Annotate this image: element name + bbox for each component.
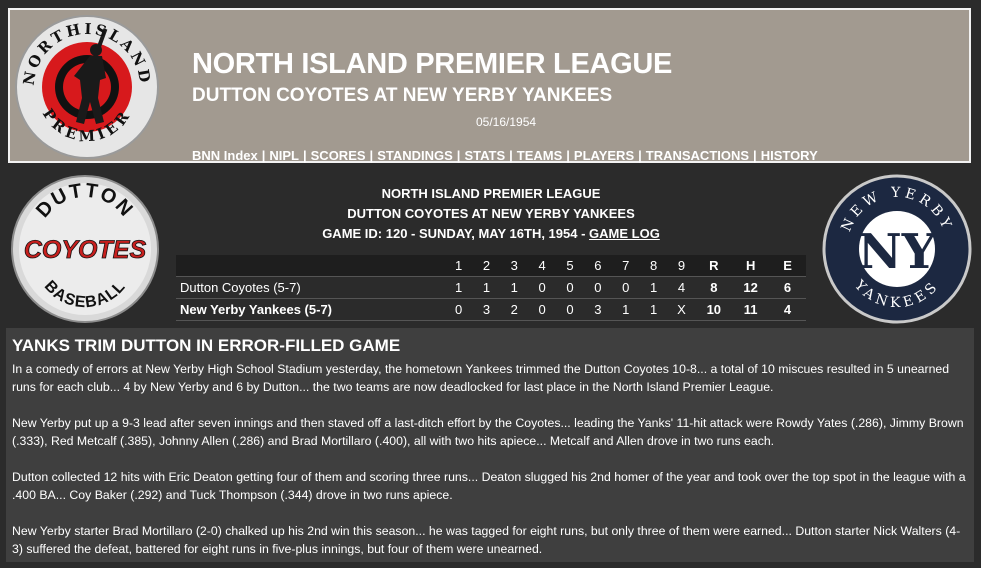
story-headline: YANKS TRIM DUTTON IN ERROR-FILLED GAME [12,336,401,355]
inning-header: 4 [538,258,546,273]
game-date: 05/16/1954 [476,115,537,129]
away-runs: 8 [710,280,718,295]
home-inning-score: 3 [594,302,602,317]
home-team-name[interactable]: New Yerby Yankees (5-7) [176,299,445,321]
nav-link-teams[interactable]: TEAMS [517,148,563,163]
nav-link-standings[interactable]: STANDINGS [377,148,453,163]
inning-header: 8 [649,258,658,273]
away-inning-score: 1 [649,280,658,295]
nav-link-history[interactable]: HISTORY [761,148,818,163]
matchup-title: DUTTON COYOTES AT NEW YERBY YANKEES [192,85,613,106]
linescore-table: 1 2 3 4 5 6 7 8 9 R H E Dutton Coyotes (… [176,255,806,321]
linescore-home-row: New Yerby Yankees (5-7) 0 3 2 0 0 3 1 1 … [176,298,806,321]
north-island-premier-logo: NORTHISLAND PREMIER [15,15,159,159]
nav-separator: | [369,148,374,163]
away-logo-mark: NY [858,224,937,280]
home-inning-score: 0 [566,302,574,317]
away-inning-score: 1 [510,280,518,295]
away-errors: 6 [783,280,792,295]
game-league: NORTH ISLAND PREMIER LEAGUE [381,186,601,201]
game-matchup: DUTTON COYOTES AT NEW YERBY YANKEES [347,206,635,221]
nav-bar: BNN Index | NIPL | SCORES | STANDINGS | STATS | TE… [192,148,818,163]
away-inning-score: 1 [482,280,491,295]
nav-link-stats[interactable]: STATS [464,148,505,163]
nav-separator: | [261,148,266,163]
errors-header: E [783,258,792,273]
nav-separator: | [509,148,513,163]
story-paragraph: In a comedy of errors at New Yerby High … [12,362,950,394]
away-inning-score: 0 [622,280,630,295]
inning-header: 9 [677,258,686,273]
home-inning-score: X [677,302,686,317]
game-log-link[interactable]: GAME LOG [589,226,660,241]
nav-separator: | [753,148,757,163]
game-id-line: GAME ID: 120 - SUNDAY, MAY 16TH, 1954 - … [176,224,806,244]
home-inning-score: 2 [510,302,518,317]
home-inning-score: 3 [482,302,491,317]
away-inning-score: 0 [594,280,602,295]
home-errors: 4 [783,302,792,317]
home-runs: 10 [706,302,722,317]
hits-header: H [745,258,756,273]
league-title: NORTH ISLAND PREMIER LEAGUE [192,48,673,80]
nav-separator: | [638,148,642,163]
linescore-away-row: Dutton Coyotes (5-7) 1 1 1 0 0 0 0 1 4 8… [176,276,806,299]
league-banner: NORTHISLAND PREMIER NORTH ISLAND PREMIER… [8,8,971,163]
nav-link-transactions[interactable]: TRANSACTIONS [646,148,749,163]
nav-link-nipl[interactable]: NIPL [269,148,299,163]
nav-link-players[interactable]: PLAYERS [574,148,634,163]
inning-header: 6 [594,258,602,273]
away-inning-score: 0 [566,280,574,295]
runs-header: R [709,258,719,273]
home-hits: 11 [743,302,758,317]
away-inning-score: 1 [454,280,463,295]
inning-header: 5 [566,258,574,273]
home-inning-score: 0 [538,302,546,317]
story-paragraph: New Yerby put up a 9-3 lead after seven … [12,416,964,448]
game-story: YANKS TRIM DUTTON IN ERROR-FILLED GAME I… [6,328,974,562]
nav-separator: | [303,148,307,163]
linescore-header-team [176,255,445,277]
story-paragraph: New Yerby starter Brad Mortillaro (2-0) … [12,524,961,556]
nav-link-bnn-index[interactable]: BNN Index [192,148,258,163]
inning-header: 3 [510,258,518,273]
nav-separator: | [566,148,570,163]
story-paragraph: Dutton collected 12 hits with Eric Deato… [12,470,966,502]
away-logo-middle-text: COYOTES [24,236,147,264]
away-inning-score: 4 [677,280,686,295]
inning-header: 2 [482,258,491,273]
away-team-name[interactable]: Dutton Coyotes (5-7) [176,277,445,299]
home-inning-score: 1 [622,302,630,317]
game-id-text: GAME ID: 120 - SUNDAY, MAY 16TH, 1954 - [322,226,590,241]
dutton-coyotes-logo[interactable]: DUTTON COYOTES BASEBALL [10,174,160,324]
away-inning-score: 0 [538,280,546,295]
nav-link-scores[interactable]: SCORES [311,148,366,163]
home-inning-score: 1 [649,302,658,317]
home-inning-score: 0 [454,302,463,317]
inning-header: 7 [622,258,630,273]
nav-separator: | [456,148,461,163]
linescore-header-row: 1 2 3 4 5 6 7 8 9 R H E [176,255,806,277]
game-header: NORTH ISLAND PREMIER LEAGUE DUTTON COYOT… [176,184,806,244]
away-hits: 12 [743,280,758,295]
new-yerby-yankees-logo[interactable]: NY NEW YERBY YANKEES [822,174,972,324]
inning-header: 1 [454,258,463,273]
